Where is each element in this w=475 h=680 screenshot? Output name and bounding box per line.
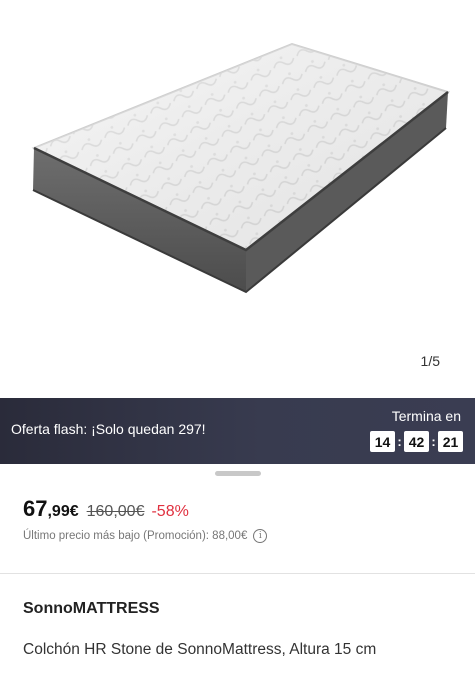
flash-sale-text: Oferta flash: ¡Solo quedan 297! (11, 421, 206, 437)
image-counter: 1/5 (420, 353, 440, 369)
brand-name[interactable]: SonnoMATTRESS (23, 600, 160, 618)
lowest-price-note: Último precio más bajo (Promoción): 88,0… (23, 529, 268, 543)
countdown-minutes: 42 (404, 431, 429, 452)
original-price: 160,00€ (86, 503, 145, 520)
product-image-gallery[interactable]: 1/5 (0, 0, 475, 398)
current-price-decimal: ,99€ (47, 503, 79, 520)
info-icon[interactable]: i (253, 529, 268, 543)
product-title: Colchón HR Stone de SonnoMattress, Altur… (23, 641, 377, 658)
countdown-timer: 14 : 42 : 21 (370, 431, 463, 452)
divider (0, 573, 475, 574)
lowest-price-text: Último precio más bajo (Promoción): 88,0… (23, 530, 248, 542)
countdown-separator: : (397, 434, 402, 449)
flash-sale-banner: Oferta flash: ¡Solo quedan 297! Termina … (0, 398, 475, 464)
current-price-integer: 67 (23, 496, 48, 521)
countdown-label: Termina en (391, 408, 461, 424)
countdown-separator: : (431, 434, 436, 449)
price-row: 67 ,99€ 160,00€ -58% (23, 496, 189, 522)
countdown-hours: 14 (370, 431, 395, 452)
countdown-seconds: 21 (438, 431, 463, 452)
mattress-image (31, 42, 451, 294)
sheet-drag-handle[interactable] (215, 471, 261, 476)
discount-badge: -58% (151, 503, 189, 520)
